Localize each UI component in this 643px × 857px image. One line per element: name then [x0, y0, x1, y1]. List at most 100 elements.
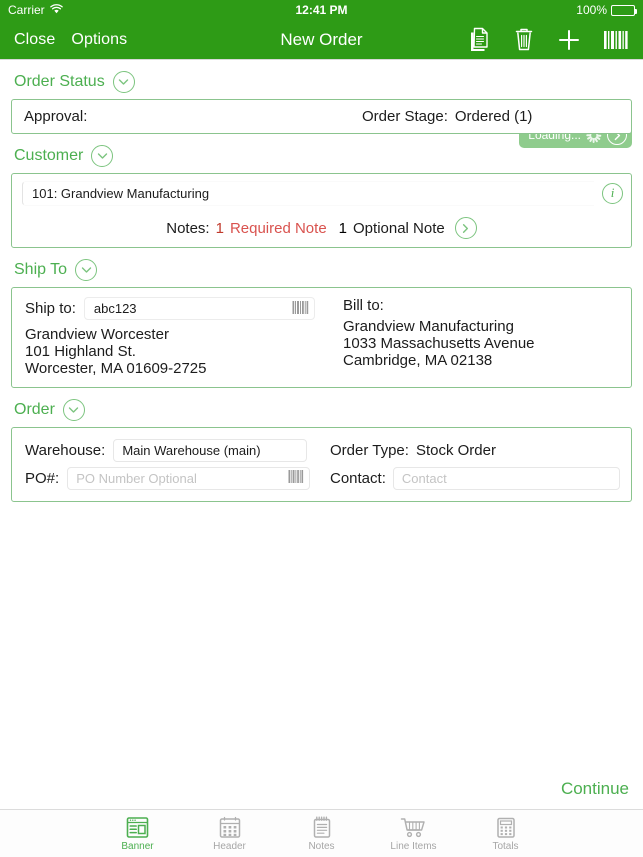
trash-icon[interactable] — [513, 27, 535, 53]
warehouse-group: Warehouse: Main Warehouse (main) — [12, 438, 330, 462]
contact-group: Contact: Contact — [330, 466, 631, 490]
customer-row: 101: Grandview Manufacturing i — [12, 174, 631, 212]
contact-input[interactable]: Contact — [392, 466, 620, 490]
customer-header: Customer — [0, 134, 643, 173]
bill-address-line: Cambridge, MA 02138 — [343, 352, 493, 369]
bill-address-line: 1033 Massachusetts Avenue — [343, 335, 535, 352]
tab-label-notes: Notes — [308, 841, 335, 852]
grid-icon — [218, 815, 242, 839]
status-bar-time: 12:41 PM — [295, 3, 348, 17]
ship-to-column: Ship to: abc123 Grandview Worcester 101 … — [12, 297, 337, 377]
notepad-icon — [311, 815, 333, 839]
approval-label: Approval: — [24, 108, 88, 125]
status-bar-right: 100% — [576, 3, 637, 17]
po-group: PO#: PO Number Optional — [12, 466, 330, 490]
tab-bar: Banner Header Notes Line Items Totals — [0, 809, 643, 857]
po-number-placeholder: PO Number Optional — [76, 470, 197, 486]
tab-label-totals: Totals — [492, 841, 519, 852]
tab-line-items[interactable]: Line Items — [368, 815, 460, 852]
chevron-right-circle-icon[interactable] — [454, 217, 477, 239]
close-button[interactable]: Close — [14, 31, 55, 49]
tab-totals[interactable]: Totals — [460, 815, 552, 852]
warehouse-value: Main Warehouse (main) — [122, 442, 261, 458]
notes-label: Notes: — [166, 219, 210, 237]
wifi-icon — [49, 3, 63, 17]
ship-to-value: abc123 — [93, 301, 137, 316]
tab-label-header: Header — [213, 841, 246, 852]
bill-to-label: Bill to: — [343, 297, 384, 314]
banner-icon — [125, 815, 150, 839]
chevron-down-circle-icon[interactable] — [91, 145, 114, 167]
ship-to-field-row: Ship to: abc123 — [25, 297, 337, 320]
customer-notes-row[interactable]: Notes: 1 Required Note 1 Optional Note — [12, 212, 631, 247]
contact-placeholder: Contact — [401, 470, 447, 486]
order-row-warehouse: Warehouse: Main Warehouse (main) Order T… — [12, 436, 631, 464]
battery-full-icon — [611, 4, 637, 16]
tab-notes[interactable]: Notes — [276, 815, 368, 852]
barcode-icon[interactable] — [603, 29, 629, 51]
po-label: PO#: — [25, 469, 60, 487]
ship-address-line: Grandview Worcester — [25, 326, 169, 343]
tab-label-banner: Banner — [121, 841, 154, 852]
bill-address-line: Grandview Manufacturing — [343, 318, 514, 335]
chevron-down-circle-icon[interactable] — [75, 259, 98, 281]
nav-right-group — [467, 27, 629, 53]
order-header: Order — [0, 388, 643, 427]
ship-to-panel: Ship to: abc123 Grandview Worcester 101 … — [11, 287, 632, 388]
battery-percent-label: 100% — [576, 3, 607, 17]
order-panel: Warehouse: Main Warehouse (main) Order T… — [11, 427, 632, 502]
ship-address-line: 101 Highland St. — [25, 343, 136, 360]
navigation-bar: Close Options New Order — [0, 20, 643, 60]
chevron-down-circle-icon[interactable] — [62, 399, 85, 421]
order-type-group: Order Type: Stock Order — [330, 442, 631, 459]
optional-note-label[interactable]: Optional Note — [353, 220, 445, 237]
ship-to-input[interactable]: abc123 — [83, 297, 315, 320]
carrier-label: Carrier — [8, 3, 45, 17]
continue-button[interactable]: Continue — [561, 779, 629, 799]
info-circle-icon[interactable]: i — [602, 182, 623, 204]
form-content: Loading... Order Status Approval: Order … — [0, 60, 643, 502]
bill-to-column: Bill to: Grandview Manufacturing 1033 Ma… — [337, 297, 631, 377]
plus-icon[interactable] — [557, 28, 581, 52]
section-order-status: Order Status Approval: Order Stage: Orde… — [0, 60, 643, 134]
order-status-header: Order Status — [0, 60, 643, 99]
ship-address-line: Worcester, MA 01609-2725 — [25, 360, 207, 377]
section-title-ship-to: Ship To — [14, 261, 68, 278]
status-bar-left: Carrier — [8, 3, 63, 17]
tab-header[interactable]: Header — [184, 815, 276, 852]
tab-banner[interactable]: Banner — [92, 815, 184, 852]
ship-to-label: Ship to: — [25, 300, 76, 317]
required-note-count: 1 — [215, 219, 224, 237]
order-row-po: PO#: PO Number Optional Contact: Contact — [12, 464, 631, 492]
section-order: Order Warehouse: Main Warehouse (main) O… — [0, 388, 643, 502]
required-note-label[interactable]: Required Note — [230, 220, 327, 237]
section-title-order-status: Order Status — [14, 73, 105, 90]
cart-icon — [400, 815, 427, 839]
tab-label-line-items: Line Items — [390, 841, 437, 852]
order-stage-value: Ordered (1) — [454, 108, 533, 125]
optional-note-count: 1 — [338, 219, 348, 237]
barcode-icon[interactable] — [292, 300, 309, 318]
section-title-customer: Customer — [14, 147, 84, 164]
order-stage-group: Order Stage: Ordered (1) — [362, 108, 532, 125]
contact-label: Contact: — [330, 469, 386, 487]
barcode-icon[interactable] — [288, 469, 304, 487]
calculator-icon — [495, 815, 517, 839]
po-number-input[interactable]: PO Number Optional — [67, 466, 311, 490]
nav-left-group: Close Options — [0, 31, 127, 49]
copy-document-icon[interactable] — [467, 27, 491, 53]
section-title-order: Order — [14, 401, 55, 418]
order-stage-label: Order Stage: — [362, 108, 448, 125]
warehouse-label: Warehouse: — [25, 441, 106, 459]
options-button[interactable]: Options — [71, 31, 127, 49]
warehouse-input[interactable]: Main Warehouse (main) — [113, 438, 308, 462]
customer-panel: 101: Grandview Manufacturing i Notes: 1 … — [11, 173, 632, 248]
order-type-value: Stock Order — [415, 441, 496, 459]
ship-to-header: Ship To — [0, 248, 643, 287]
status-bar: Carrier 12:41 PM 100% — [0, 0, 643, 20]
order-status-panel: Approval: Order Stage: Ordered (1) — [11, 99, 632, 134]
section-ship-to: Ship To Ship to: abc123 Grandview Worces… — [0, 248, 643, 388]
chevron-down-circle-icon[interactable] — [112, 71, 135, 93]
section-customer: Customer 101: Grandview Manufacturing i … — [0, 134, 643, 248]
customer-input[interactable]: 101: Grandview Manufacturing — [22, 180, 594, 206]
